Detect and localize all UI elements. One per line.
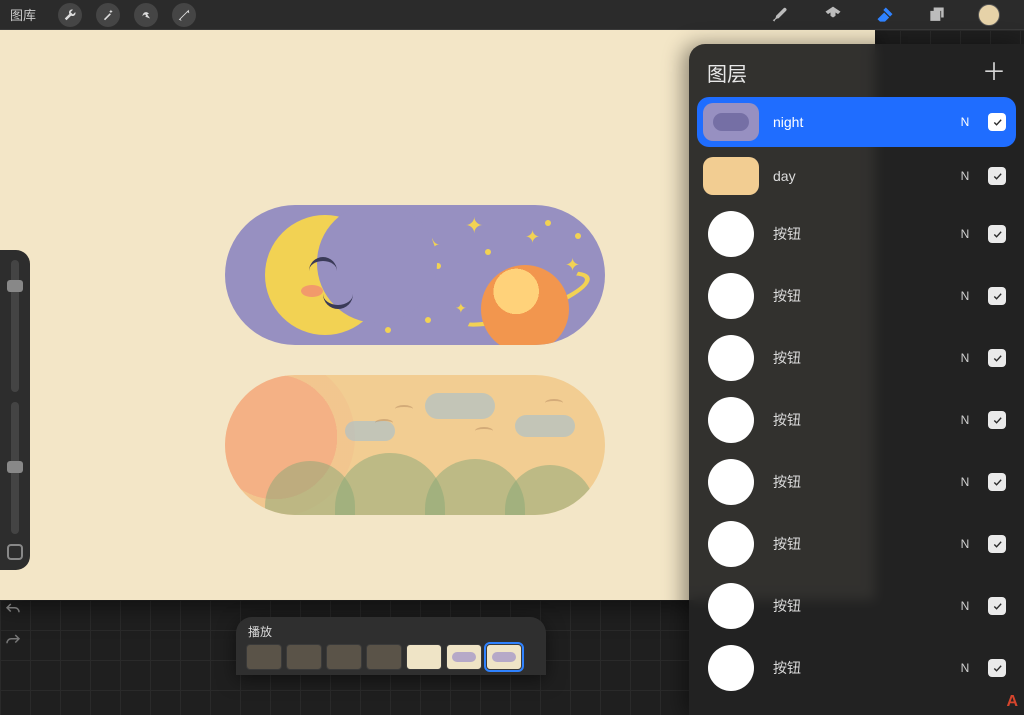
layer-name[interactable]: 按钮	[773, 410, 942, 430]
frame-thumb[interactable]	[246, 644, 282, 670]
layer-row[interactable]: 按钮 N	[697, 453, 1016, 511]
layer-thumbnail[interactable]	[703, 157, 759, 195]
layers-list: night Nday N 按钮 N 按钮 N 按钮 N 按钮 N 按钮 N 按钮 N 按钮 N 按钮 N	[689, 97, 1024, 715]
color-picker[interactable]	[978, 4, 1000, 26]
layer-name[interactable]: 按钮	[773, 224, 942, 244]
layers-title: 图层	[707, 58, 747, 87]
frames-strip	[246, 644, 536, 670]
layer-name[interactable]: 按钮	[773, 658, 942, 678]
magic-wand-icon[interactable]	[96, 3, 120, 27]
bird-shape	[395, 405, 413, 413]
toolbar-left-group: 图库	[10, 3, 196, 27]
layer-row[interactable]: night N	[697, 97, 1016, 147]
layer-thumbnail[interactable]	[708, 583, 754, 629]
layer-visibility-checkbox[interactable]	[988, 113, 1006, 131]
layer-visibility-checkbox[interactable]	[988, 287, 1006, 305]
moon-shape	[265, 215, 385, 335]
layer-blend-mode[interactable]: N	[956, 227, 974, 241]
layer-name[interactable]: 按钮	[773, 286, 942, 306]
cloud-shape	[515, 415, 575, 437]
layer-visibility-checkbox[interactable]	[988, 167, 1006, 185]
artwork-night-pill: ✦ ✦ ✦ ✦ ✦ ✦ ✦ ✦	[225, 205, 605, 345]
layer-visibility-checkbox[interactable]	[988, 411, 1006, 429]
undo-icon[interactable]	[4, 601, 22, 624]
layer-name[interactable]: 按钮	[773, 348, 942, 368]
layer-blend-mode[interactable]: N	[956, 289, 974, 303]
layer-thumbnail[interactable]	[708, 211, 754, 257]
layer-name[interactable]: day	[773, 168, 942, 184]
eraser-icon[interactable]	[874, 4, 896, 26]
layer-row[interactable]: 按钮 N	[697, 577, 1016, 635]
layer-row[interactable]: 按钮 N	[697, 329, 1016, 387]
layers-panel: 图层 ＋ night Nday N 按钮 N 按钮 N 按钮 N 按钮 N 按钮 N 按钮 N 按钮 N 按钮 N	[689, 44, 1024, 715]
layer-row[interactable]: 按钮 N	[697, 267, 1016, 325]
layer-row[interactable]: 按钮 N	[697, 639, 1016, 697]
bird-shape	[545, 399, 563, 407]
add-layer-button[interactable]: ＋	[982, 61, 1006, 85]
selection-icon[interactable]	[134, 3, 158, 27]
modify-button[interactable]	[7, 544, 23, 560]
bird-shape	[475, 427, 493, 435]
brush-size-slider[interactable]	[11, 260, 19, 392]
layer-row[interactable]: 按钮 N	[697, 515, 1016, 573]
layer-visibility-checkbox[interactable]	[988, 597, 1006, 615]
layer-name[interactable]: 按钮	[773, 472, 942, 492]
layer-row[interactable]: 按钮 N	[697, 205, 1016, 263]
layer-blend-mode[interactable]: N	[956, 351, 974, 365]
toolbar-right-group	[770, 4, 1014, 26]
layer-thumbnail[interactable]	[703, 103, 759, 141]
animation-timeline: 播放	[236, 617, 546, 675]
layer-name[interactable]: night	[773, 114, 942, 130]
layer-thumbnail[interactable]	[708, 335, 754, 381]
opacity-slider[interactable]	[11, 402, 19, 534]
layer-visibility-checkbox[interactable]	[988, 349, 1006, 367]
undo-redo-group	[4, 601, 22, 655]
layer-row[interactable]: 按钮 N	[697, 391, 1016, 449]
frame-thumb[interactable]	[446, 644, 482, 670]
wrench-icon[interactable]	[58, 3, 82, 27]
layer-thumbnail[interactable]	[708, 273, 754, 319]
layer-blend-mode[interactable]: N	[956, 537, 974, 551]
watermark: A	[1006, 693, 1018, 711]
smudge-icon[interactable]	[822, 4, 844, 26]
planet-shape	[481, 265, 569, 345]
layers-header: 图层 ＋	[689, 44, 1024, 97]
layer-visibility-checkbox[interactable]	[988, 473, 1006, 491]
top-toolbar: 图库	[0, 0, 1024, 30]
layer-blend-mode[interactable]: N	[956, 661, 974, 675]
layer-name[interactable]: 按钮	[773, 534, 942, 554]
layer-thumbnail[interactable]	[708, 397, 754, 443]
layer-thumbnail[interactable]	[708, 459, 754, 505]
frame-thumb[interactable]	[406, 644, 442, 670]
cloud-shape	[425, 393, 495, 419]
layers-icon[interactable]	[926, 4, 948, 26]
layer-blend-mode[interactable]: N	[956, 169, 974, 183]
brush-icon[interactable]	[770, 4, 792, 26]
frame-thumb-active[interactable]	[486, 644, 522, 670]
layer-blend-mode[interactable]: N	[956, 115, 974, 129]
layer-row[interactable]: day N	[697, 151, 1016, 201]
play-label[interactable]: 播放	[248, 623, 536, 640]
layer-visibility-checkbox[interactable]	[988, 225, 1006, 243]
layer-visibility-checkbox[interactable]	[988, 535, 1006, 553]
artwork-day-pill	[225, 375, 605, 515]
frame-thumb[interactable]	[326, 644, 362, 670]
layer-thumbnail[interactable]	[708, 645, 754, 691]
redo-icon[interactable]	[4, 632, 22, 655]
move-icon[interactable]	[172, 3, 196, 27]
layer-blend-mode[interactable]: N	[956, 413, 974, 427]
layer-name[interactable]: 按钮	[773, 596, 942, 616]
bird-shape	[375, 419, 393, 427]
frame-thumb[interactable]	[366, 644, 402, 670]
layer-blend-mode[interactable]: N	[956, 475, 974, 489]
gallery-button[interactable]: 图库	[10, 5, 36, 24]
side-sliders	[0, 250, 30, 570]
hills-group	[225, 449, 605, 515]
layer-visibility-checkbox[interactable]	[988, 659, 1006, 677]
layer-thumbnail[interactable]	[708, 521, 754, 567]
layer-blend-mode[interactable]: N	[956, 599, 974, 613]
frame-thumb[interactable]	[286, 644, 322, 670]
